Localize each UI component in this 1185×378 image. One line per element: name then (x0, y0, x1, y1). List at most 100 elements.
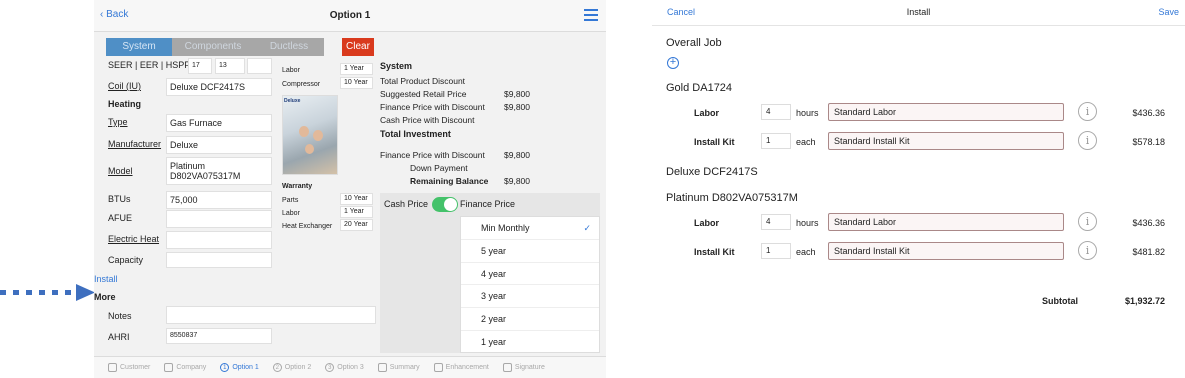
coil-field[interactable]: Deluxe DCF2417S (166, 78, 272, 96)
total-investment-heading: Total Investment (380, 129, 451, 139)
term-option-3-year[interactable]: 3 year (461, 285, 599, 309)
electric-heat-label[interactable]: Electric Heat (108, 232, 159, 247)
price-value: $436.36 (1132, 218, 1165, 228)
term-option-1-year[interactable]: 1 year (461, 331, 599, 354)
desc-field[interactable]: Standard Install Kit (828, 242, 1064, 260)
summary-icon (377, 363, 387, 372)
manufacturer-label[interactable]: Manufacturer (108, 137, 161, 152)
electric-heat-field[interactable] (166, 231, 272, 249)
suggested-retail-label: Suggested Retail Price (380, 89, 467, 99)
ahri-label: AHRI (108, 332, 130, 342)
term-dropdown: Min Monthly ✓ 5 year 4 year 3 year 2 year… (460, 216, 600, 353)
w-labor-field[interactable]: 1 Year (340, 206, 373, 218)
tab-label: Company (176, 364, 207, 371)
qty-field[interactable]: 4 (761, 104, 791, 120)
capacity-field[interactable] (166, 252, 272, 268)
menu-icon[interactable] (584, 9, 598, 21)
tab-option-3[interactable]: 3 Option 3 (311, 357, 364, 378)
heat-exchanger-field[interactable]: 20 Year (340, 219, 373, 231)
tab-signature[interactable]: Signature (489, 357, 545, 378)
desc-field[interactable]: Standard Labor (828, 103, 1064, 121)
nav-bar: ‹ Back Option 1 (94, 0, 606, 32)
platinum-heading: Platinum D802VA075317M (666, 192, 798, 204)
manufacturer-field[interactable]: Deluxe (166, 136, 272, 154)
segment-system[interactable]: System (106, 38, 172, 56)
checkmark-icon: ✓ (583, 223, 591, 233)
type-label[interactable]: Type (108, 115, 128, 130)
tab-summary[interactable]: Summary (364, 357, 420, 378)
tab-customer[interactable]: Customer (94, 357, 150, 378)
price-value: $578.18 (1132, 137, 1165, 147)
info-icon[interactable]: i (1078, 241, 1097, 260)
unit-label: each (796, 247, 816, 257)
finance-discount-label: Finance Price with Discount (380, 102, 485, 112)
tab-option-2[interactable]: 2 Option 2 (259, 357, 311, 378)
tab-option-1[interactable]: 1 Option 1 (206, 357, 259, 378)
segment-components[interactable]: Components (172, 38, 254, 56)
hspf-field[interactable] (247, 58, 272, 74)
model-line-2: D802VA075317M (170, 171, 241, 181)
price-value: $481.82 (1132, 247, 1165, 257)
system-heading: System (380, 61, 413, 71)
tab-label: Customer (120, 364, 151, 371)
segment-ductless[interactable]: Ductless (254, 38, 324, 56)
type-field[interactable]: Gas Furnace (166, 114, 272, 132)
add-circle-icon[interactable]: + (667, 57, 679, 69)
gold-heading: Gold DA1724 (666, 82, 733, 94)
option-panel: ‹ Back Option 1 System Components Ductle… (94, 0, 606, 378)
more-heading: More (94, 292, 116, 302)
afue-field[interactable] (166, 210, 272, 228)
seer-field[interactable]: 17 (188, 58, 212, 74)
tab-enhancement[interactable]: Enhancement (420, 357, 489, 378)
dotted-arrow-icon (0, 284, 95, 301)
eer-field[interactable]: 13 (215, 58, 245, 74)
term-option-2-year[interactable]: 2 year (461, 308, 599, 331)
page-title: Option 1 (329, 10, 371, 21)
customer-icon (108, 363, 117, 372)
qty-field[interactable]: 4 (761, 214, 791, 230)
info-icon[interactable]: i (1078, 212, 1097, 231)
enhancement-icon (433, 363, 443, 372)
compressor-warranty-field[interactable]: 10 Year (340, 77, 373, 89)
subtotal-label: Subtotal (1042, 296, 1078, 306)
term-label: Min Monthly (481, 223, 530, 233)
tab-label: Option 2 (284, 364, 312, 371)
down-payment-label: Down Payment (410, 163, 468, 173)
finance-discount-value-2: $9,800 (504, 150, 530, 160)
labor-warranty-field[interactable]: 1 Year (340, 63, 373, 75)
row-label: Install Kit (694, 137, 735, 147)
price-toggle[interactable] (432, 197, 458, 212)
clear-button[interactable]: Clear (342, 38, 374, 56)
option-3-icon: 3 (325, 363, 335, 372)
save-button[interactable]: Save (1158, 7, 1179, 17)
info-icon[interactable]: i (1078, 131, 1097, 150)
model-field[interactable]: Platinum D802VA075317M (166, 157, 272, 185)
ahri-field[interactable]: 8550837 (166, 328, 272, 344)
total-product-discount: Total Product Discount (380, 76, 466, 86)
unit-label: each (796, 137, 816, 147)
notes-field[interactable] (166, 306, 376, 324)
signature-icon (502, 363, 512, 372)
info-icon[interactable]: i (1078, 102, 1097, 121)
labor-label: Labor (282, 67, 300, 74)
model-label[interactable]: Model (108, 164, 133, 179)
subtotal-value: $1,932.72 (1124, 296, 1165, 306)
cash-price-label: Cash Price (384, 199, 429, 209)
btus-field[interactable]: 75,000 (166, 191, 272, 209)
desc-field[interactable]: Standard Labor (828, 213, 1064, 231)
heating-heading: Heating (108, 99, 142, 109)
term-option-5-year[interactable]: 5 year (461, 240, 599, 263)
install-link[interactable]: Install (94, 272, 118, 287)
notes-label: Notes (108, 311, 132, 321)
parts-field[interactable]: 10 Year (340, 193, 373, 205)
unit-label: hours (796, 108, 819, 118)
term-option-4-year[interactable]: 4 year (461, 263, 599, 286)
desc-field[interactable]: Standard Install Kit (828, 132, 1064, 150)
qty-field[interactable]: 1 (761, 133, 791, 149)
term-option-min-monthly[interactable]: Min Monthly ✓ (461, 217, 599, 240)
tab-company[interactable]: Company (150, 357, 206, 378)
coil-label[interactable]: Coil (IU) (108, 79, 141, 94)
finance-discount-value: $9,800 (504, 102, 530, 112)
qty-field[interactable]: 1 (761, 243, 791, 259)
option-2-icon: 2 (272, 363, 282, 372)
